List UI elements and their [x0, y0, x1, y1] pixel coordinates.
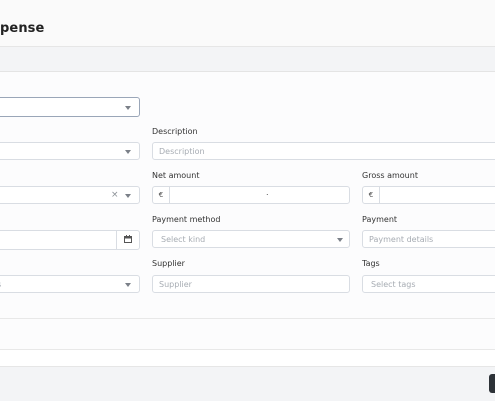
- chevron-down-icon: [125, 194, 131, 198]
- tags-placeholder: Select tags: [371, 280, 416, 289]
- date-field[interactable]: [0, 230, 140, 250]
- type-select[interactable]: [0, 97, 140, 117]
- chevron-down-icon: [125, 283, 131, 287]
- toolbar-strip: [0, 47, 495, 72]
- supplier-placeholder: Supplier: [159, 280, 192, 289]
- net-amount-value: .: [266, 188, 269, 197]
- payment-method-select[interactable]: Select kind: [152, 230, 350, 248]
- dialog-footer: [0, 366, 495, 401]
- chevron-down-icon: [125, 150, 131, 154]
- tags-select[interactable]: Select tags: [362, 275, 495, 293]
- payment-label: Payment: [362, 215, 398, 224]
- placeholder-fragment: s: [0, 276, 1, 293]
- description-label: Description: [152, 127, 198, 136]
- description-input[interactable]: Description: [152, 142, 495, 160]
- payment-placeholder: Payment details: [369, 235, 434, 244]
- page-title: pense: [0, 21, 45, 36]
- net-amount-label: Net amount: [152, 171, 200, 180]
- chevron-down-icon: [125, 106, 131, 110]
- left-tags-select[interactable]: s: [0, 275, 140, 293]
- category-select[interactable]: [0, 142, 140, 160]
- account-select[interactable]: ×: [0, 186, 140, 204]
- chevron-down-icon: [337, 238, 343, 242]
- payment-method-label: Payment method: [152, 215, 221, 224]
- clear-icon[interactable]: ×: [111, 187, 119, 204]
- calendar-icon: [124, 235, 132, 243]
- tags-label: Tags: [362, 259, 380, 268]
- section-divider: [0, 318, 495, 319]
- calendar-button[interactable]: [116, 231, 139, 249]
- description-placeholder: Description: [159, 147, 205, 156]
- gross-amount-label: Gross amount: [362, 171, 418, 180]
- save-button[interactable]: [489, 374, 495, 393]
- dialog-header: [0, 0, 495, 47]
- payment-method-placeholder: Select kind: [161, 235, 206, 244]
- payment-details-input[interactable]: Payment details: [362, 230, 495, 248]
- euro-icon: €: [153, 187, 170, 203]
- supplier-input[interactable]: Supplier: [152, 275, 350, 293]
- net-amount-input[interactable]: € .: [152, 186, 350, 204]
- gross-amount-input[interactable]: €: [362, 186, 495, 204]
- euro-icon: €: [363, 187, 380, 203]
- supplier-label: Supplier: [152, 259, 185, 268]
- section-divider: [0, 349, 495, 350]
